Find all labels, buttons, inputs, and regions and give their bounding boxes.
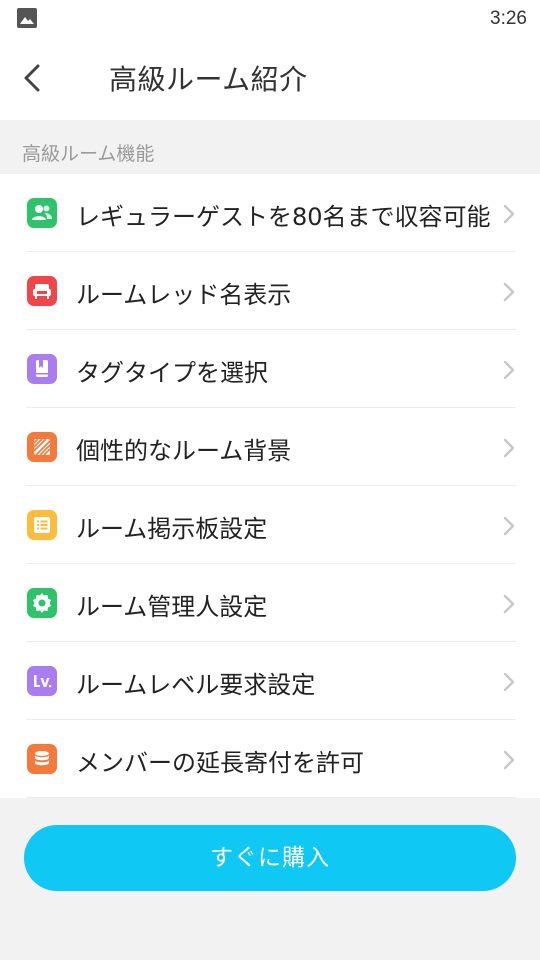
list-icon (27, 510, 57, 540)
feature-row-admin[interactable]: ルーム管理人設定 (0, 564, 540, 642)
feature-label: ルームレベル要求設定 (76, 671, 316, 699)
chevron-right-icon (503, 438, 515, 458)
feature-list: レギュラーゲストを80名まで収容可能 ルームレッド名表示 タグタイプを選択 個性… (0, 174, 540, 798)
feature-label: タグタイプを選択 (76, 359, 268, 387)
feature-row-tag-type[interactable]: タグタイプを選択 (0, 330, 540, 408)
bookmark-icon (27, 354, 57, 384)
chevron-left-icon[interactable] (14, 60, 50, 96)
users-icon (27, 198, 57, 228)
feature-label: ルーム管理人設定 (76, 593, 268, 621)
feature-row-guests[interactable]: レギュラーゲストを80名まで収容可能 (0, 174, 540, 252)
chevron-right-icon (503, 204, 515, 224)
buy-now-button[interactable]: すぐに購入 (24, 825, 516, 891)
feature-label: ルーム掲示板設定 (76, 515, 268, 543)
status-bar: 3:26 (0, 0, 540, 38)
sofa-icon (27, 276, 57, 306)
feature-label: レギュラーゲストを80名まで収容可能 (76, 203, 491, 231)
feature-row-red-name[interactable]: ルームレッド名表示 (0, 252, 540, 330)
page-title: 高級ルーム紹介 (109, 63, 308, 96)
chevron-right-icon (503, 360, 515, 380)
chevron-right-icon (503, 516, 515, 536)
chevron-right-icon (503, 282, 515, 302)
feature-label: 個性的なルーム背景 (76, 437, 292, 465)
feature-row-board[interactable]: ルーム掲示板設定 (0, 486, 540, 564)
feature-row-level[interactable]: ルームレベル要求設定 (0, 642, 540, 720)
feature-row-background[interactable]: 個性的なルーム背景 (0, 408, 540, 486)
feature-label: メンバーの延長寄付を許可 (76, 749, 364, 777)
coins-icon (27, 744, 57, 774)
feature-label: ルームレッド名表示 (76, 281, 292, 309)
level-icon (27, 666, 57, 696)
gear-icon (27, 588, 57, 618)
chevron-right-icon (503, 594, 515, 614)
app-header: 高級ルーム紹介 (0, 38, 540, 120)
section-label: 高級ルーム機能 (22, 143, 155, 165)
photo-icon (17, 8, 37, 28)
chevron-right-icon (503, 750, 515, 770)
status-time: 3:26 (490, 8, 527, 29)
chevron-right-icon (503, 672, 515, 692)
feature-row-donation[interactable]: メンバーの延長寄付を許可 (0, 720, 540, 798)
divider (26, 797, 516, 798)
stripes-icon (27, 432, 57, 462)
